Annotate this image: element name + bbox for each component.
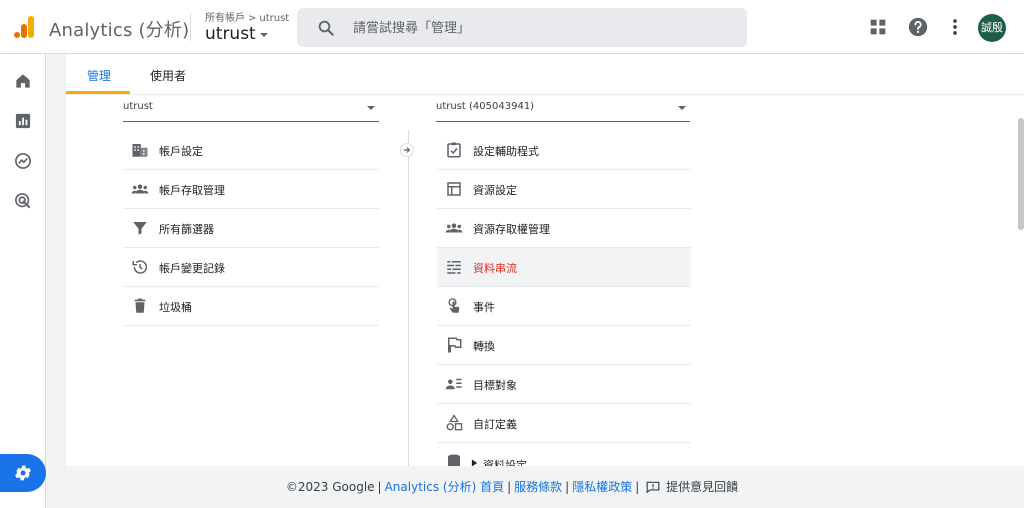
search-input[interactable] [351,17,735,39]
analytics-logo-icon[interactable] [12,15,36,39]
history-icon [132,260,148,274]
property-selector-value: utrust (405043941) [436,101,535,112]
divider [190,13,191,41]
menu-item-label: 目標對象 [473,379,517,392]
menu-item-account-settings[interactable]: 帳戶設定 [123,131,379,170]
copyright-text: ©2023 Google [285,480,375,494]
left-nav-rail [0,54,46,508]
menu-item-trash[interactable]: 垃圾桶 [123,287,379,326]
menu-item-label: 帳戶存取管理 [159,184,225,197]
breadcrumb-separator: > [248,13,257,24]
menu-item-label: 帳戶變更記錄 [159,262,225,275]
column-divider [408,130,409,466]
menu-item-setup-assistant[interactable]: 設定輔助程式 [437,131,691,170]
terms-link[interactable]: 服務條款 [514,480,562,494]
explore-icon[interactable] [13,151,33,171]
menu-item-label: 資料設定 [483,459,527,466]
menu-item-all-filters[interactable]: 所有篩選器 [123,209,379,248]
help-icon[interactable] [907,16,929,38]
menu-item-label: 垃圾桶 [159,301,192,314]
avatar[interactable]: 誠殷 [978,14,1006,42]
more-vert-icon[interactable] [944,16,966,38]
menu-item-data-streams[interactable]: 資料串流 [437,248,691,287]
breadcrumb-parent[interactable]: 所有帳戶 [205,13,245,24]
breadcrumb-current: utrust [259,13,290,24]
caret-down-icon[interactable] [260,33,268,37]
data-stream-icon [447,261,461,274]
menu-item-label: 所有篩選器 [159,223,214,236]
property-icon [447,182,461,196]
tab-users[interactable]: 使用者 [150,67,186,84]
advertising-icon[interactable] [13,191,33,211]
menu-item-data-settings[interactable]: 資料設定 [437,443,691,466]
tab-admin[interactable]: 管理 [87,67,111,84]
app-title: Analytics (分析) [49,20,190,41]
dropdown-arrow-icon [367,106,375,110]
audience-icon [445,378,462,390]
tab-bar: 管理 使用者 [66,54,1024,95]
feedback-button[interactable]: 提供意見回饋 [646,480,738,494]
account-selector-value: utrust [123,101,153,112]
touch-icon [448,298,460,313]
menu-item-audiences[interactable]: 目標對象 [437,365,691,404]
analytics-home-link[interactable]: Analytics (分析) 首頁 [385,480,505,494]
menu-item-label: 設定輔助程式 [473,145,539,158]
top-app-bar: Analytics (分析) 所有帳戶>utrust utrust 誠殷 [0,0,1024,54]
menu-item-property-access[interactable]: 資源存取權管理 [437,209,691,248]
feedback-label: 提供意見回饋 [666,480,739,494]
account-picker[interactable]: utrust [205,24,256,44]
search-box[interactable] [297,8,747,47]
menu-item-label: 帳戶設定 [159,145,203,158]
footer: ©2023 Google | Analytics (分析) 首頁 | 服務條款 | 隱私權政… [285,480,739,494]
arrow-right-icon [400,143,414,157]
menu-item-label: 資源設定 [473,184,517,197]
people-icon [445,223,463,233]
menu-item-label: 事件 [473,301,495,314]
breadcrumb[interactable]: 所有帳戶 > utrust [205,9,289,24]
shapes-icon [446,414,463,431]
privacy-link[interactable]: 隱私權政策 [572,480,632,494]
active-tab-indicator [66,91,130,94]
menu-item-label: 資料串流 [473,262,517,275]
people-icon [131,184,149,194]
database-icon [448,454,460,466]
expand-arrow-icon [471,459,478,466]
filter-icon [133,222,147,235]
menu-item-events[interactable]: 事件 [437,287,691,326]
menu-item-change-history[interactable]: 帳戶變更記錄 [123,248,379,287]
building-icon [132,144,148,157]
menu-item-account-access[interactable]: 帳戶存取管理 [123,170,379,209]
menu-item-conversions[interactable]: 轉換 [437,326,691,365]
trash-icon [134,298,146,313]
reports-icon[interactable] [13,111,33,131]
feedback-icon [646,481,660,493]
menu-item-property-settings[interactable]: 資源設定 [437,170,691,209]
flag-icon [448,337,462,353]
menu-item-label: 轉換 [473,340,495,353]
checklist-icon [447,142,461,158]
property-selector[interactable]: utrust (405043941) [436,99,690,122]
admin-panel: 管理 使用者 utrust 帳戶設定 帳戶存取管理 所有篩選器 帳戶變更記錄 垃… [66,54,1024,466]
search-icon [318,20,334,36]
dropdown-arrow-icon [678,106,686,110]
menu-item-label: 資源存取權管理 [473,223,550,236]
home-icon[interactable] [13,71,33,91]
scrollbar[interactable] [1018,118,1024,230]
menu-item-custom-definitions[interactable]: 自訂定義 [437,404,691,443]
account-selector[interactable]: utrust [123,99,379,122]
menu-item-label: 自訂定義 [473,418,517,431]
apps-grid-icon[interactable] [867,16,889,38]
